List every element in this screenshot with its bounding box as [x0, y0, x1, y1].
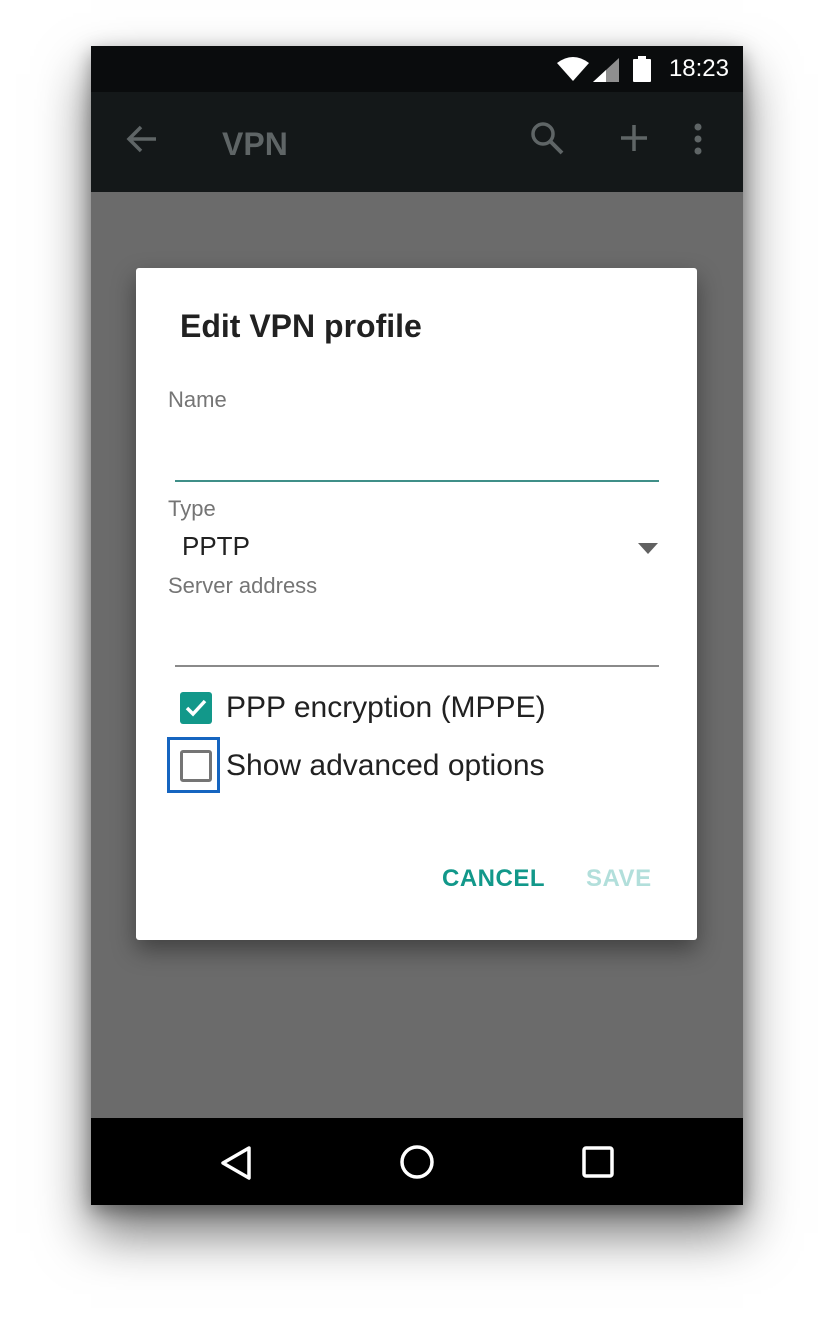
name-label: Name: [168, 387, 227, 412]
page-title: VPN: [222, 126, 288, 162]
edit-vpn-profile-dialog: Edit VPN profile Name Type PPTP Server a…: [136, 268, 697, 940]
back-arrow-icon[interactable]: [125, 122, 159, 161]
more-vert-icon[interactable]: [692, 122, 704, 161]
navigation-bar: [91, 1118, 743, 1205]
ppp-encryption-checkbox[interactable]: [180, 692, 212, 724]
add-icon[interactable]: [619, 123, 649, 158]
dropdown-arrow-icon: [638, 541, 658, 559]
recents-square-icon[interactable]: [581, 1145, 615, 1184]
search-icon[interactable]: [529, 120, 565, 161]
app-bar: [91, 92, 743, 192]
back-triangle-icon[interactable]: [219, 1145, 253, 1186]
show-advanced-options-label: Show advanced options: [226, 749, 545, 782]
battery-icon: [633, 56, 651, 87]
ppp-encryption-label: PPP encryption (MPPE): [226, 691, 546, 724]
show-advanced-options-row[interactable]: Show advanced options: [167, 737, 651, 793]
type-value: PPTP: [182, 531, 250, 561]
cancel-button[interactable]: CANCEL: [442, 864, 545, 894]
phone-screen: 18:23 VPN Edit VPN profile Name Type PPT…: [91, 46, 743, 1205]
save-button[interactable]: SAVE: [586, 864, 652, 894]
name-input[interactable]: [175, 438, 659, 478]
type-label: Type: [168, 496, 216, 521]
ppp-encryption-checkbox-row[interactable]: PPP encryption (MPPE): [171, 688, 651, 728]
checkmark-icon: [185, 699, 207, 717]
home-circle-icon[interactable]: [399, 1144, 435, 1185]
dialog-title: Edit VPN profile: [180, 308, 422, 344]
status-bar: 18:23: [91, 46, 743, 92]
show-advanced-options-checkbox[interactable]: [180, 750, 212, 782]
server-address-underline: [175, 665, 659, 667]
cell-signal-icon: [593, 58, 619, 87]
name-input-underline: [175, 480, 659, 482]
type-dropdown[interactable]: PPTP: [168, 528, 666, 566]
server-address-label: Server address: [168, 573, 318, 598]
server-address-input[interactable]: [175, 623, 659, 663]
wifi-icon: [557, 57, 589, 86]
status-time: 18:23: [668, 55, 729, 82]
